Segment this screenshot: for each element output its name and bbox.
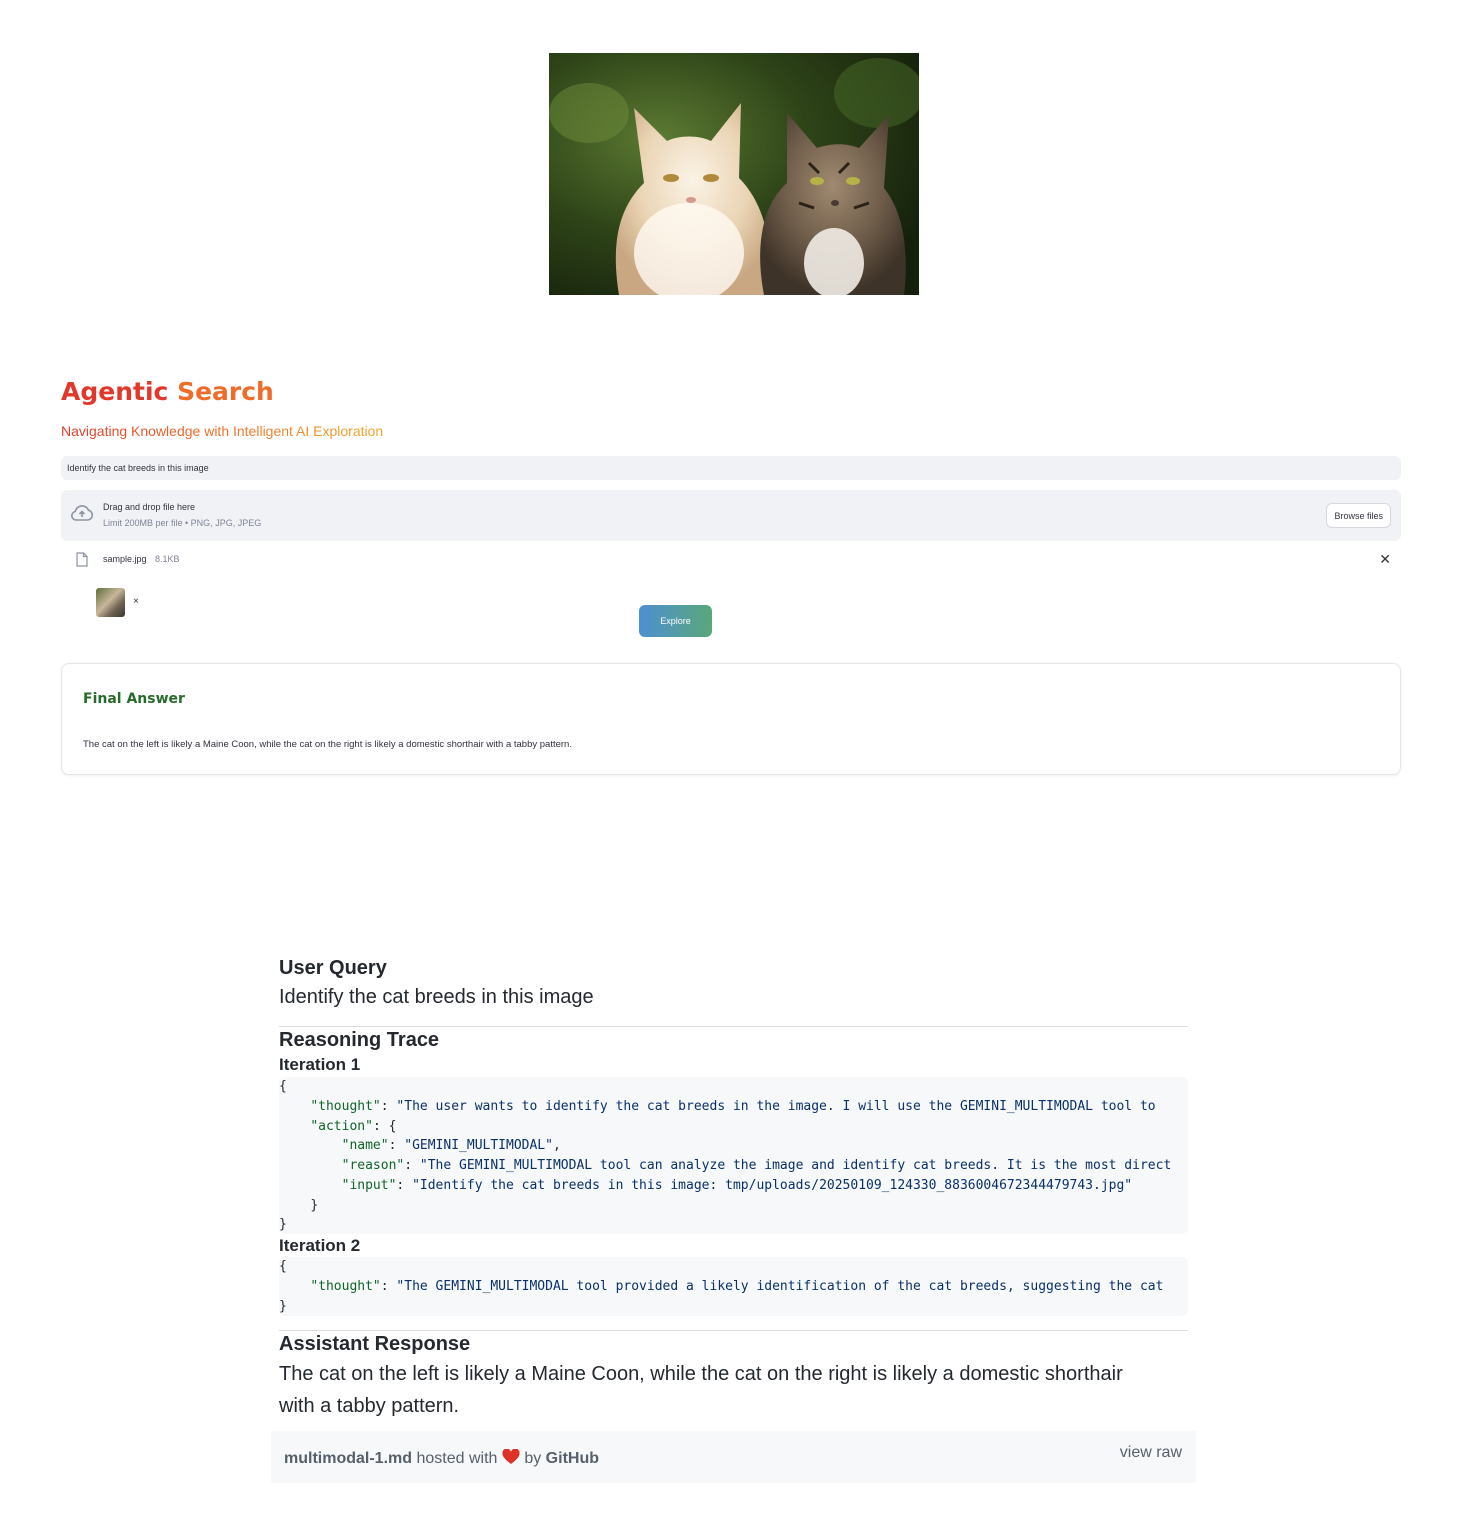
file-size: 8.1KB bbox=[155, 554, 180, 564]
remove-thumbnail-icon[interactable]: × bbox=[133, 596, 139, 607]
file-dropzone[interactable]: Drag and drop file here Limit 200MB per … bbox=[61, 490, 1401, 541]
upload-cloud-icon bbox=[70, 504, 94, 527]
code-value: "Identify the cat breeds in this image: … bbox=[412, 1177, 1133, 1193]
remove-file-icon[interactable]: ✕ bbox=[1379, 551, 1391, 568]
iteration-2-code: { "thought": "The GEMINI_MULTIMODAL tool… bbox=[279, 1257, 1188, 1316]
final-answer-text: The cat on the left is likely a Maine Co… bbox=[83, 739, 572, 750]
code-key: "thought" bbox=[310, 1098, 381, 1114]
iteration-1-heading: Iteration 1 bbox=[279, 1055, 361, 1074]
view-raw-link[interactable]: view raw bbox=[1120, 1444, 1182, 1462]
by-text: by bbox=[524, 1450, 542, 1467]
assistant-response-text: The cat on the left is likely a Maine Co… bbox=[279, 1363, 1123, 1417]
uploaded-file-row: sample.jpg 8.1KB ✕ bbox=[61, 550, 1401, 570]
heart-icon bbox=[502, 1448, 520, 1467]
final-answer-card: Final Answer The cat on the left is like… bbox=[61, 663, 1401, 775]
query-input[interactable] bbox=[61, 456, 1401, 480]
iteration-1-code: { "thought": "The user wants to identify… bbox=[279, 1077, 1188, 1234]
iteration-2-heading: Iteration 2 bbox=[279, 1236, 361, 1255]
github-link[interactable]: GitHub bbox=[546, 1450, 599, 1467]
gist-markdown: User Query Identify the cat breeds in th… bbox=[279, 955, 1188, 1013]
user-query-heading: User Query bbox=[279, 957, 387, 979]
browse-files-button[interactable]: Browse files bbox=[1326, 503, 1391, 528]
code-value: "The user wants to identify the cat bree… bbox=[396, 1098, 1156, 1114]
code-key: "action" bbox=[310, 1118, 373, 1134]
assistant-response-heading: Assistant Response bbox=[279, 1333, 471, 1355]
code-key: "thought" bbox=[310, 1278, 381, 1294]
file-name: sample.jpg bbox=[103, 554, 147, 564]
file-icon bbox=[76, 552, 88, 572]
code-value: "GEMINI_MULTIMODAL" bbox=[404, 1138, 553, 1154]
explore-button[interactable]: Explore bbox=[639, 605, 712, 637]
dropzone-limit: Limit 200MB per file • PNG, JPG, JPEG bbox=[103, 518, 262, 528]
gist-footer: multimodal-1.md hosted with by GitHub vi… bbox=[271, 1431, 1196, 1483]
user-query-text: Identify the cat breeds in this image bbox=[279, 986, 594, 1008]
image-thumbnail bbox=[96, 588, 125, 617]
gist-filename-link[interactable]: multimodal-1.md bbox=[284, 1450, 412, 1467]
cats-illustration bbox=[549, 53, 919, 295]
code-value: "The GEMINI_MULTIMODAL tool can analyze … bbox=[419, 1158, 1172, 1173]
app-title: Agentic Search bbox=[61, 376, 274, 408]
code-key: "input" bbox=[341, 1177, 397, 1193]
app-title-part1: Agentic bbox=[61, 377, 169, 406]
cats-photo bbox=[549, 53, 919, 295]
code-key: "name" bbox=[341, 1138, 389, 1154]
code-value: "The GEMINI_MULTIMODAL tool provided a l… bbox=[396, 1278, 1164, 1294]
reasoning-trace-heading: Reasoning Trace bbox=[279, 1029, 440, 1051]
hosted-with-text: hosted with bbox=[416, 1450, 498, 1467]
app-title-part2: Search bbox=[177, 377, 274, 406]
final-answer-title: Final Answer bbox=[83, 691, 185, 707]
gist-meta: multimodal-1.md hosted with by GitHub bbox=[284, 1448, 599, 1468]
dropzone-title: Drag and drop file here bbox=[103, 502, 196, 512]
code-key: "reason" bbox=[341, 1158, 405, 1173]
app-subtitle: Navigating Knowledge with Intelligent AI… bbox=[61, 423, 384, 439]
